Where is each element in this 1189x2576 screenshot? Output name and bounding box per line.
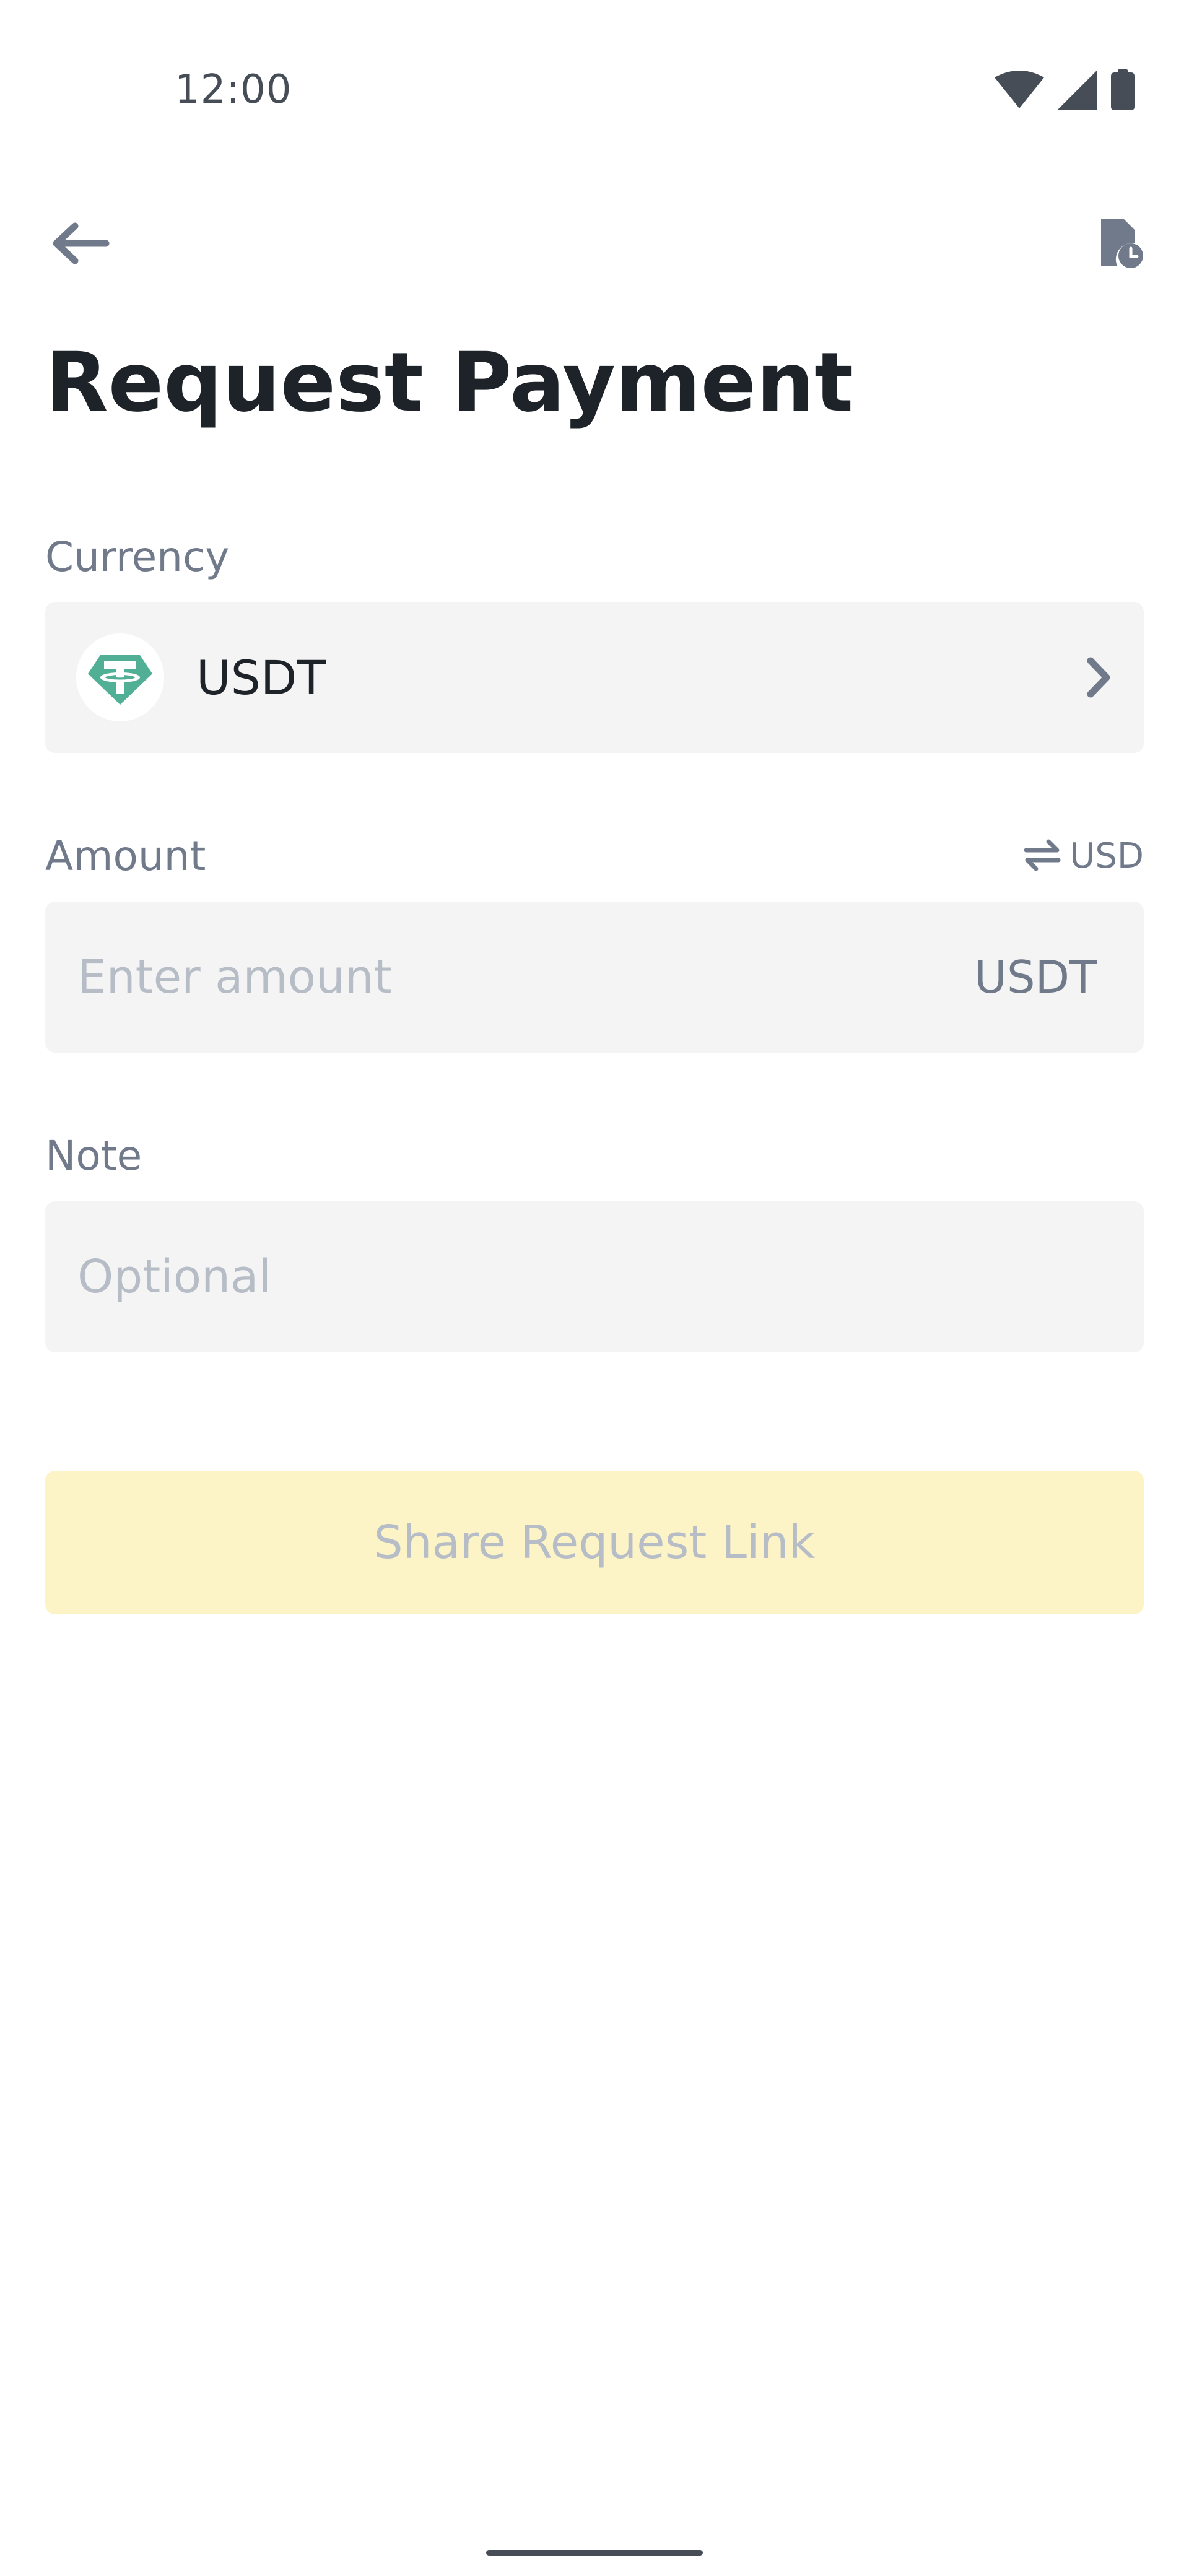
- selected-currency: USDT: [196, 650, 326, 705]
- home-indicator[interactable]: [486, 2550, 703, 2556]
- amount-input[interactable]: [76, 901, 975, 1053]
- amount-label: Amount: [45, 832, 206, 880]
- share-request-link-button[interactable]: Share Request Link: [45, 1471, 1144, 1614]
- coin-avatar: [76, 633, 164, 721]
- currency-label: Currency: [45, 533, 230, 581]
- toggle-unit-label: USD: [1069, 836, 1144, 876]
- history-button[interactable]: [1090, 214, 1152, 276]
- currency-selector[interactable]: USDT: [45, 602, 1144, 753]
- amount-field[interactable]: USDT: [45, 901, 1144, 1053]
- arrow-left-icon: [49, 219, 111, 271]
- battery-icon: [1111, 69, 1135, 113]
- status-icons: [995, 69, 1135, 113]
- swap-arrows-icon: [1024, 838, 1061, 875]
- note-field[interactable]: [45, 1201, 1144, 1353]
- tether-logo: [82, 638, 159, 717]
- amount-unit: USDT: [974, 951, 1097, 1003]
- page-title: Request Payment: [45, 335, 854, 430]
- status-time: 12:00: [175, 67, 292, 113]
- unit-toggle-button[interactable]: USD: [1024, 836, 1144, 876]
- cellular-signal-icon: [1058, 70, 1097, 112]
- chevron-right-icon: [1086, 656, 1113, 699]
- back-button[interactable]: [46, 217, 114, 272]
- note-input[interactable]: [76, 1201, 1144, 1353]
- note-label: Note: [45, 1132, 142, 1180]
- document-clock-icon: [1099, 219, 1143, 271]
- wifi-icon: [995, 70, 1044, 112]
